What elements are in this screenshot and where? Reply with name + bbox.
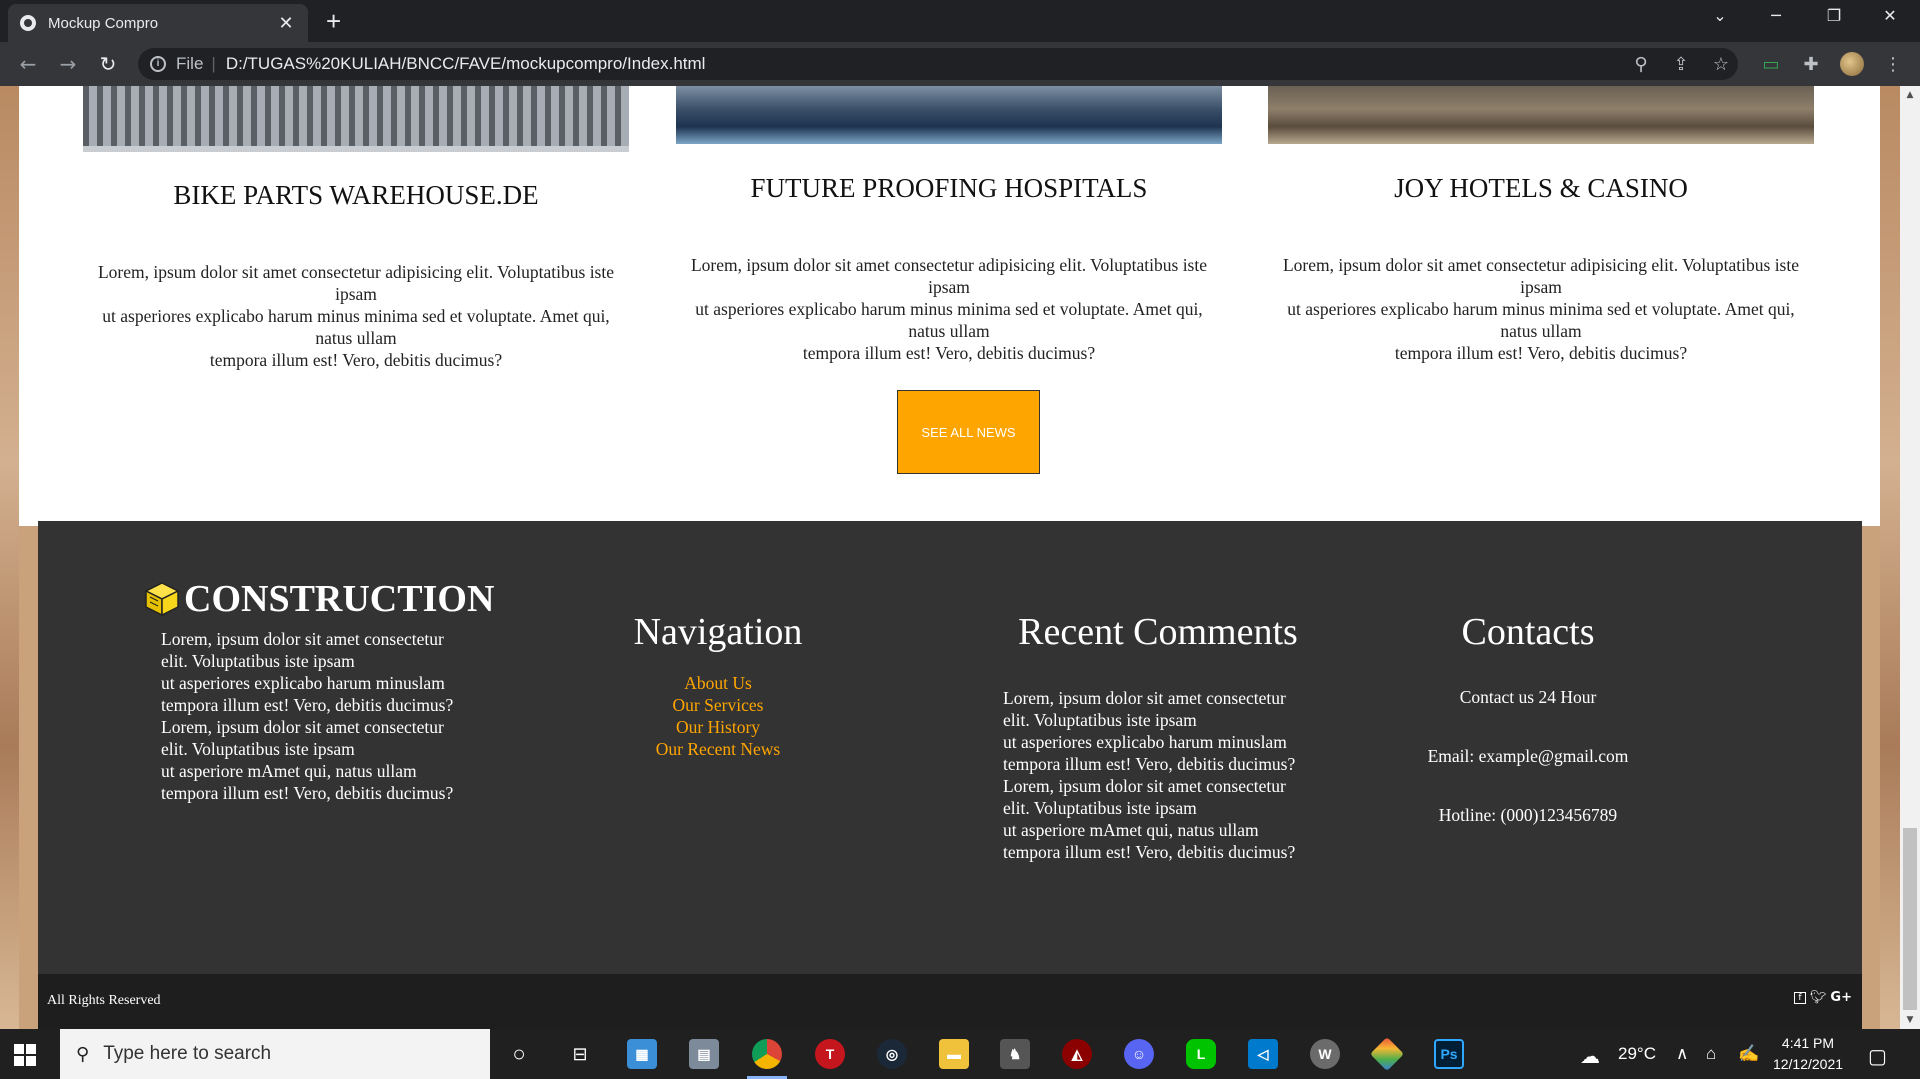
file-explorer-icon[interactable]: ▬ — [939, 1039, 969, 1069]
news-image-hospitals — [676, 86, 1222, 144]
contacts-heading: Contacts — [1461, 611, 1595, 653]
windows-taskbar: ⚲ Type here to search ○ ⊟ ▦ ▤ T ◎ ▬ ♞ ◭ … — [0, 1029, 1920, 1079]
navigation-heading: Navigation — [633, 611, 803, 653]
address-bar[interactable]: i File | D:/TUGAS%20KULIAH/BNCC/FAVE/moc… — [138, 48, 1738, 80]
widgets-icon[interactable]: ▦ — [627, 1039, 657, 1069]
notification-icon[interactable]: ▢ — [1868, 1044, 1887, 1069]
close-tab-icon[interactable]: ✕ — [276, 13, 296, 34]
browser-toolbar: ← → ↻ i File | D:/TUGAS%20KULIAH/BNCC/FA… — [0, 42, 1920, 86]
new-tab-button[interactable]: + — [326, 8, 341, 34]
social-links: f 🐦︎ G+ — [1793, 990, 1852, 1005]
contact-hotline: Hotline: (000)123456789 — [1438, 805, 1618, 825]
footer-brand: CONSTRUCTION — [144, 577, 494, 621]
zoom-icon[interactable]: ⚲ — [1628, 54, 1654, 75]
nav-link-our-services[interactable]: Our Services — [618, 694, 818, 716]
nav-link-our-history[interactable]: Our History — [618, 716, 818, 738]
news-description: Lorem, ipsum dolor sit amet consectetur … — [97, 262, 614, 370]
taskbar-search-box[interactable]: ⚲ Type here to search — [60, 1029, 490, 1079]
see-all-news-button[interactable]: SEE ALL NEWS — [897, 390, 1040, 474]
scrollbar-thumb[interactable] — [1903, 828, 1917, 1010]
weather-temperature[interactable]: 29°C — [1618, 1044, 1656, 1064]
minimize-button[interactable]: ─ — [1756, 6, 1796, 25]
search-icon: ⚲ — [76, 1043, 90, 1065]
cube-icon — [144, 582, 180, 617]
news-description: Lorem, ipsum dolor sit amet consectetur … — [1282, 255, 1799, 363]
task-view-icon[interactable]: ⊟ — [565, 1039, 595, 1069]
nav-link-about-us[interactable]: About Us — [618, 672, 818, 694]
clock-date: 12/12/2021 — [1772, 1056, 1844, 1072]
news-title: FUTURE PROOFING HOSPITALS — [750, 173, 1148, 203]
google-plus-icon[interactable]: G+ — [1830, 990, 1852, 1005]
browser-tab[interactable]: Mockup Compro ✕ — [8, 4, 308, 42]
page-viewport: BIKE PARTS WAREHOUSE.DE FUTURE PROOFING … — [0, 86, 1920, 1029]
news-image-hotels — [1268, 86, 1814, 144]
url-scheme-label: File — [176, 54, 204, 73]
url-separator: | — [211, 54, 216, 73]
brand-name: CONSTRUCTION — [184, 578, 495, 620]
facebook-icon[interactable]: f — [1793, 991, 1806, 1004]
star-icon[interactable]: ☆ — [1708, 54, 1734, 75]
copyright-text: All Rights Reserved — [47, 993, 161, 1008]
profile-avatar[interactable] — [1840, 52, 1864, 76]
background-image-left — [0, 86, 19, 1029]
restore-button[interactable]: ❐ — [1814, 6, 1854, 25]
news-title: JOY HOTELS & CASINO — [1394, 173, 1688, 203]
close-window-button[interactable]: ✕ — [1870, 6, 1910, 25]
recent-comments-heading: Recent Comments — [1018, 611, 1298, 653]
windows-start-icon[interactable] — [14, 1044, 36, 1066]
line-icon[interactable]: L — [1186, 1039, 1216, 1069]
game-app-icon[interactable]: ♞ — [1000, 1039, 1030, 1069]
search-placeholder: Type here to search — [103, 1043, 272, 1064]
page-scrollbar[interactable]: ▲ ▼ — [1900, 86, 1920, 1029]
explorer-app-icon[interactable]: ▤ — [689, 1039, 719, 1069]
tab-search-icon[interactable]: ⌄ — [1700, 6, 1740, 25]
footer-navigation: About Us Our Services Our History Our Re… — [618, 672, 818, 760]
twitter-icon[interactable]: 🐦︎ — [1810, 990, 1827, 1005]
cortana-icon[interactable]: ○ — [504, 1039, 534, 1069]
photoshop-icon[interactable]: Ps — [1434, 1039, 1464, 1069]
clock-time: 4:41 PM — [1781, 1035, 1835, 1051]
weather-cloud-icon[interactable]: ☁ — [1580, 1044, 1600, 1069]
back-icon[interactable]: ← — [14, 52, 42, 76]
news-description: Lorem, ipsum dolor sit amet consectetur … — [690, 255, 1207, 363]
pen-icon[interactable]: ✍ — [1738, 1044, 1759, 1064]
vscode-icon[interactable]: ◁ — [1248, 1039, 1278, 1069]
menu-icon[interactable]: ⋮ — [1880, 54, 1906, 75]
scroll-up-arrow-icon[interactable]: ▲ — [1900, 90, 1920, 100]
nav-link-recent-news[interactable]: Our Recent News — [618, 738, 818, 760]
car-app-icon[interactable]: ◭ — [1062, 1039, 1092, 1069]
globe-icon — [20, 15, 36, 31]
footer-about-text: Lorem, ipsum dolor sit amet consectetur … — [161, 629, 454, 803]
tab-strip: Mockup Compro ✕ + ⌄ ─ ❐ ✕ — [0, 0, 1920, 42]
news-image-bike-parts — [83, 86, 629, 152]
site-footer: CONSTRUCTION Lorem, ipsum dolor sit amet… — [38, 521, 1862, 974]
w-app-icon[interactable]: W — [1310, 1039, 1340, 1069]
contact-email: Email: example@gmail.com — [1427, 746, 1629, 766]
chrome-icon[interactable] — [752, 1039, 782, 1069]
steam-icon[interactable]: ◎ — [877, 1039, 907, 1069]
share-icon[interactable]: ⇪ — [1668, 54, 1694, 75]
git-app-icon[interactable] — [1370, 1037, 1404, 1071]
url-text: D:/TUGAS%20KULIAH/BNCC/FAVE/mockupcompro… — [225, 54, 706, 73]
tray-chevron-icon[interactable]: ∧ — [1676, 1044, 1688, 1064]
taskbar-clock[interactable]: 4:41 PM 12/12/2021 — [1766, 1033, 1850, 1075]
news-title: BIKE PARTS WAREHOUSE.DE — [173, 180, 539, 210]
tray-device-icon[interactable]: ⌂ — [1706, 1044, 1716, 1064]
footer-bottom-bar: All Rights Reserved f 🐦︎ G+ — [38, 974, 1862, 1029]
forward-icon[interactable]: → — [54, 52, 82, 76]
puzzle-icon[interactable]: ✚ — [1798, 54, 1824, 75]
reload-icon[interactable]: ↻ — [94, 52, 122, 76]
recent-comments-text: Lorem, ipsum dolor sit amet consectetur … — [1003, 688, 1296, 862]
info-icon[interactable]: i — [150, 56, 166, 72]
tab-title: Mockup Compro — [48, 14, 159, 32]
t-app-icon[interactable]: T — [815, 1039, 845, 1069]
scroll-down-arrow-icon[interactable]: ▼ — [1900, 1015, 1920, 1025]
news-section: BIKE PARTS WAREHOUSE.DE FUTURE PROOFING … — [19, 86, 1880, 526]
background-image-right — [1880, 86, 1900, 1029]
discord-icon[interactable]: ☺ — [1124, 1039, 1154, 1069]
extension-icon[interactable]: ▭ — [1758, 54, 1784, 75]
contact-hours: Contact us 24 Hour — [1459, 687, 1597, 707]
